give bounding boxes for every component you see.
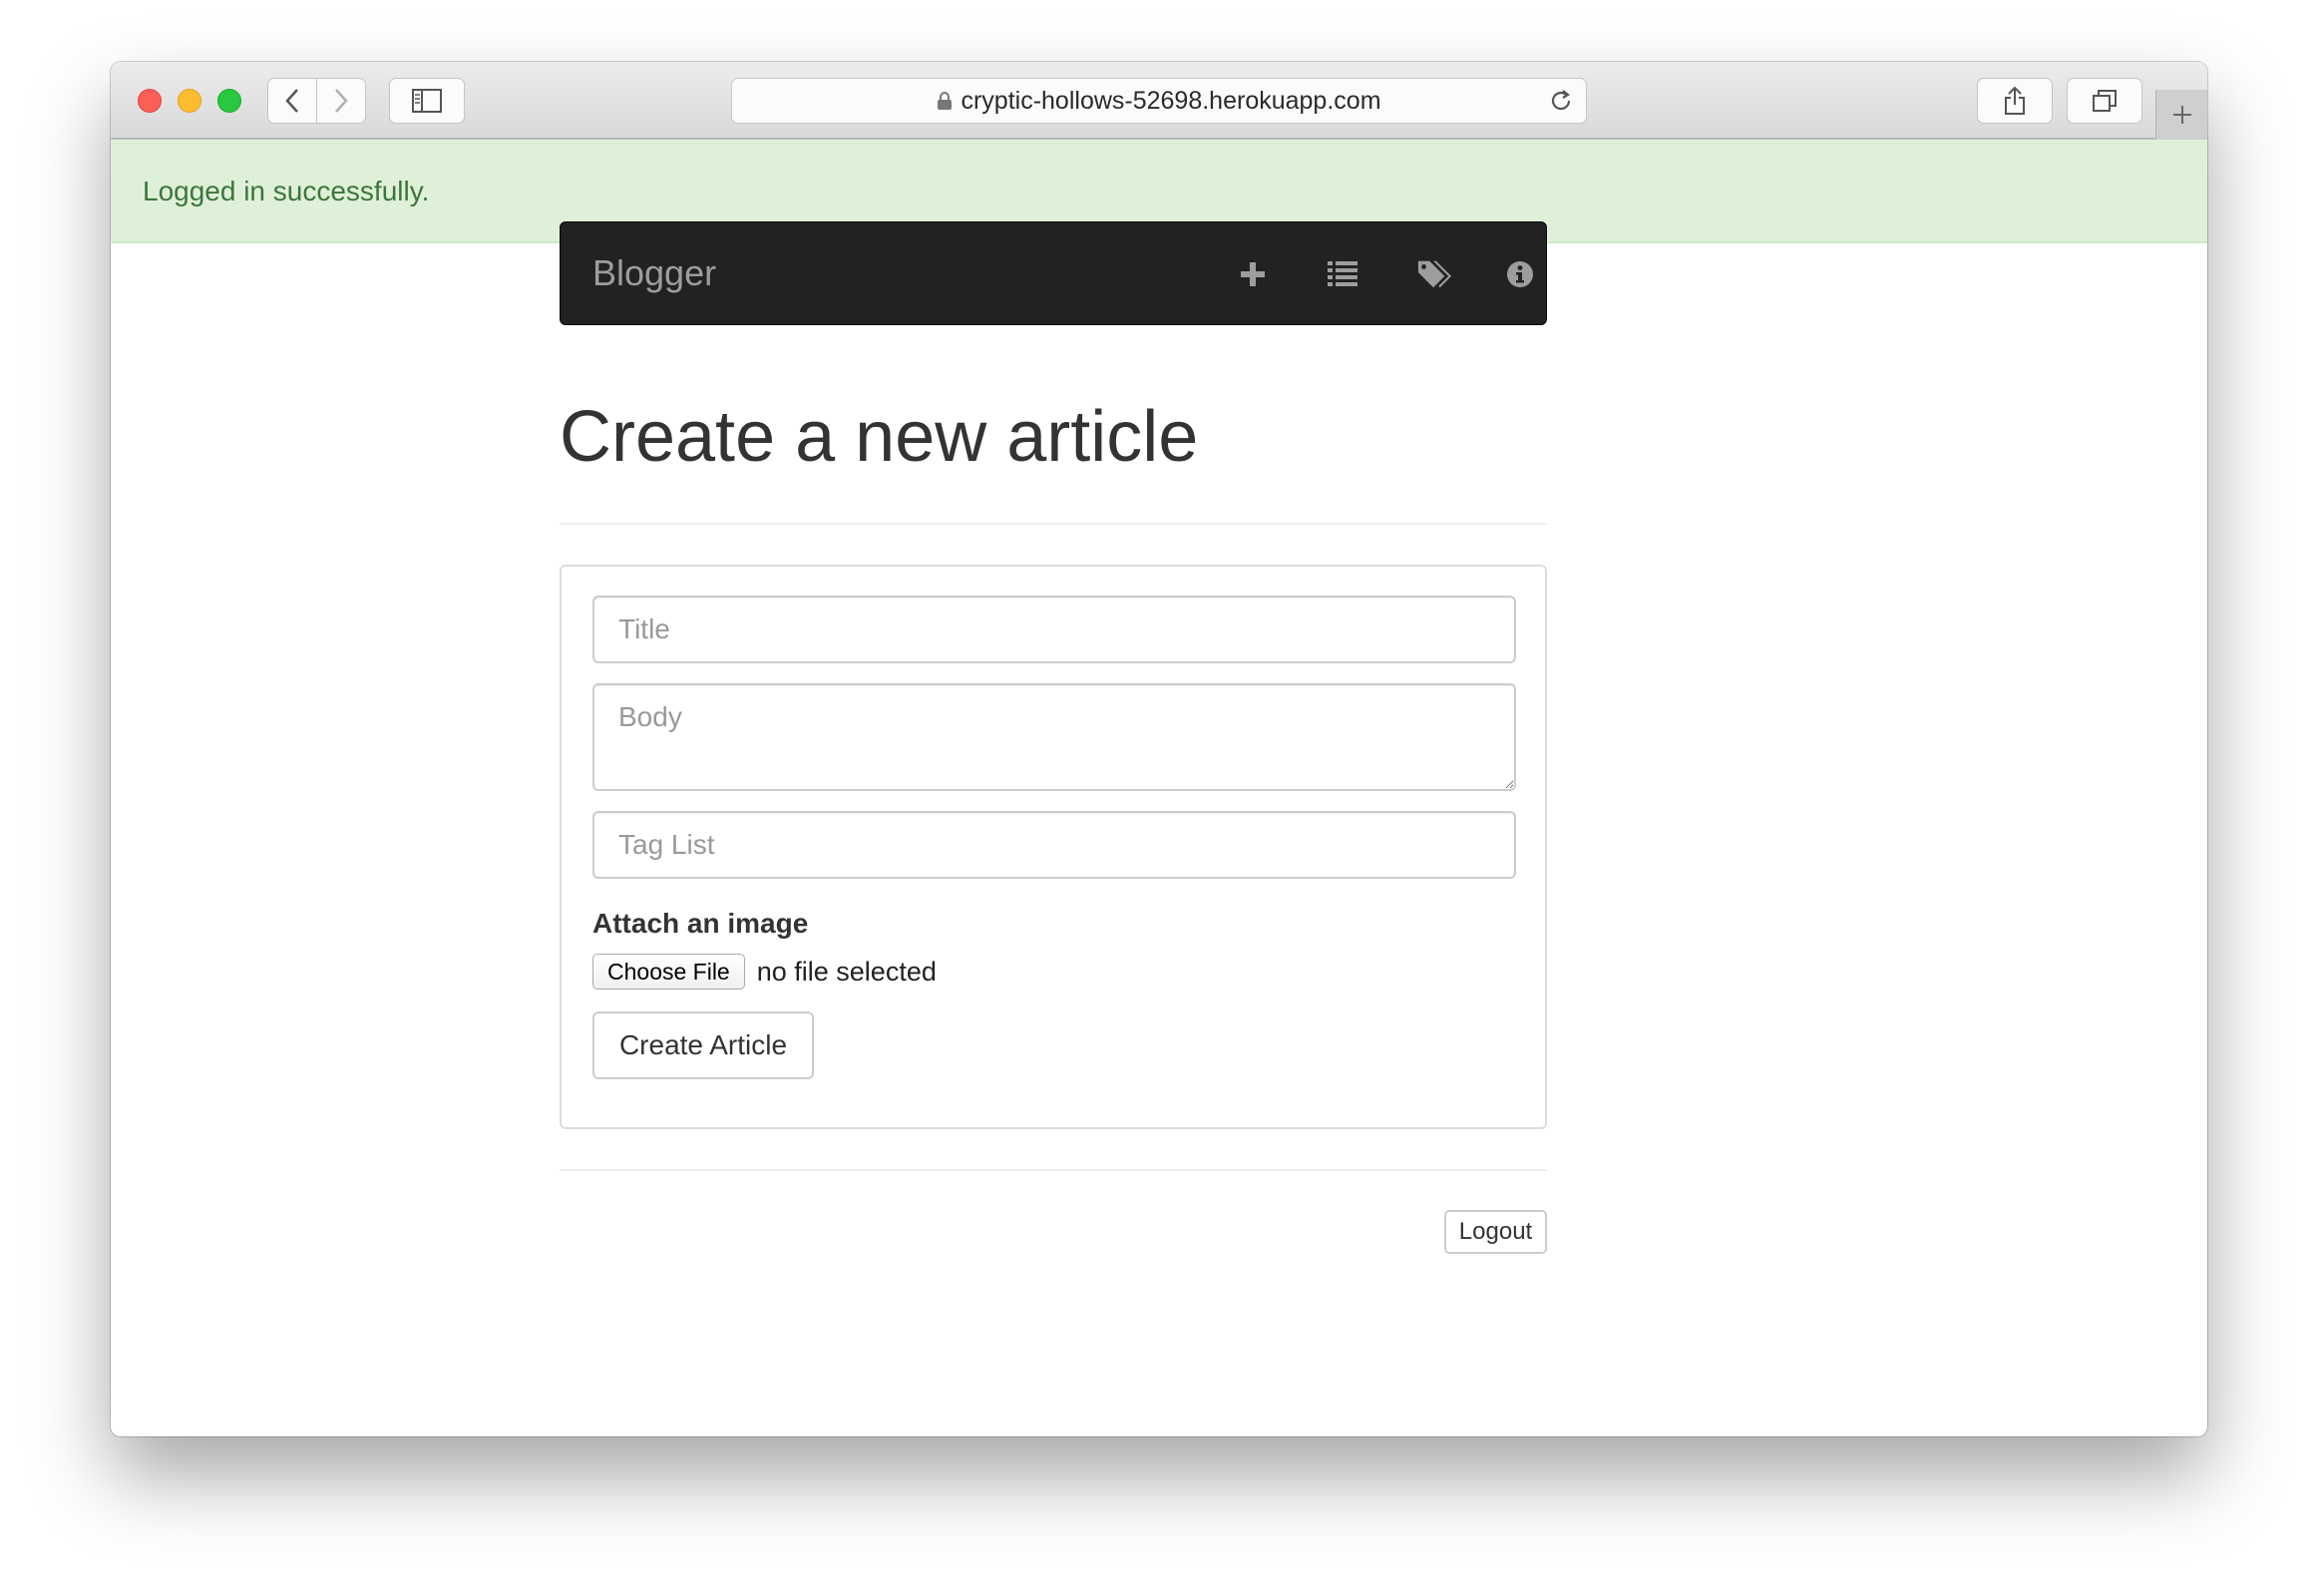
list-icon — [1328, 261, 1357, 286]
nav-tags[interactable] — [1416, 256, 1452, 292]
navbar-brand[interactable]: Blogger — [592, 252, 716, 294]
browser-toolbar: cryptic-hollows-52698.herokuapp.com — [111, 62, 2207, 140]
navbar: Blogger — [560, 221, 1547, 325]
chevron-right-icon — [335, 89, 348, 113]
new-tab-button[interactable] — [2155, 90, 2207, 140]
forward-button[interactable] — [316, 78, 366, 124]
file-status-text: no file selected — [756, 956, 937, 987]
tag-list-input[interactable] — [592, 811, 1516, 879]
flash-message: Logged in successfully. — [143, 176, 430, 206]
choose-file-button[interactable]: Choose File — [592, 954, 745, 990]
logout-button[interactable]: Logout — [1444, 1210, 1547, 1254]
nav-articles-list[interactable] — [1325, 256, 1360, 292]
page-title: Create a new article — [560, 397, 1199, 477]
title-divider — [560, 523, 1547, 525]
back-button[interactable] — [267, 78, 317, 124]
plus-icon — [1241, 262, 1265, 286]
tabs-overview-icon — [2093, 90, 2117, 112]
body-textarea[interactable] — [592, 683, 1516, 791]
article-form-panel: Attach an image Choose File no file sele… — [560, 565, 1547, 1129]
address-url: cryptic-hollows-52698.herokuapp.com — [961, 86, 1381, 115]
address-bar[interactable]: cryptic-hollows-52698.herokuapp.com — [731, 78, 1587, 124]
lock-icon — [938, 92, 953, 110]
chevron-left-icon — [285, 89, 298, 113]
tags-icon — [1417, 260, 1452, 288]
reload-icon[interactable] — [1548, 88, 1574, 114]
sidebar-toggle-button[interactable] — [389, 78, 465, 124]
share-icon — [2005, 86, 2025, 115]
info-icon — [1507, 261, 1533, 287]
show-tabs-button[interactable] — [2067, 78, 2142, 124]
nav-new-article[interactable] — [1235, 256, 1271, 292]
maximize-window-button[interactable] — [217, 89, 241, 113]
attach-image-label: Attach an image — [592, 908, 809, 939]
title-input[interactable] — [592, 596, 1516, 663]
plus-icon — [2172, 106, 2191, 124]
footer-divider — [560, 1169, 1547, 1171]
close-window-button[interactable] — [138, 89, 162, 113]
share-button[interactable] — [1977, 78, 2053, 124]
create-article-button[interactable]: Create Article — [592, 1011, 814, 1079]
minimize-window-button[interactable] — [178, 89, 201, 113]
file-upload-row: Choose File no file selected — [592, 954, 937, 990]
nav-about[interactable] — [1502, 256, 1538, 292]
sidebar-icon — [412, 89, 442, 113]
